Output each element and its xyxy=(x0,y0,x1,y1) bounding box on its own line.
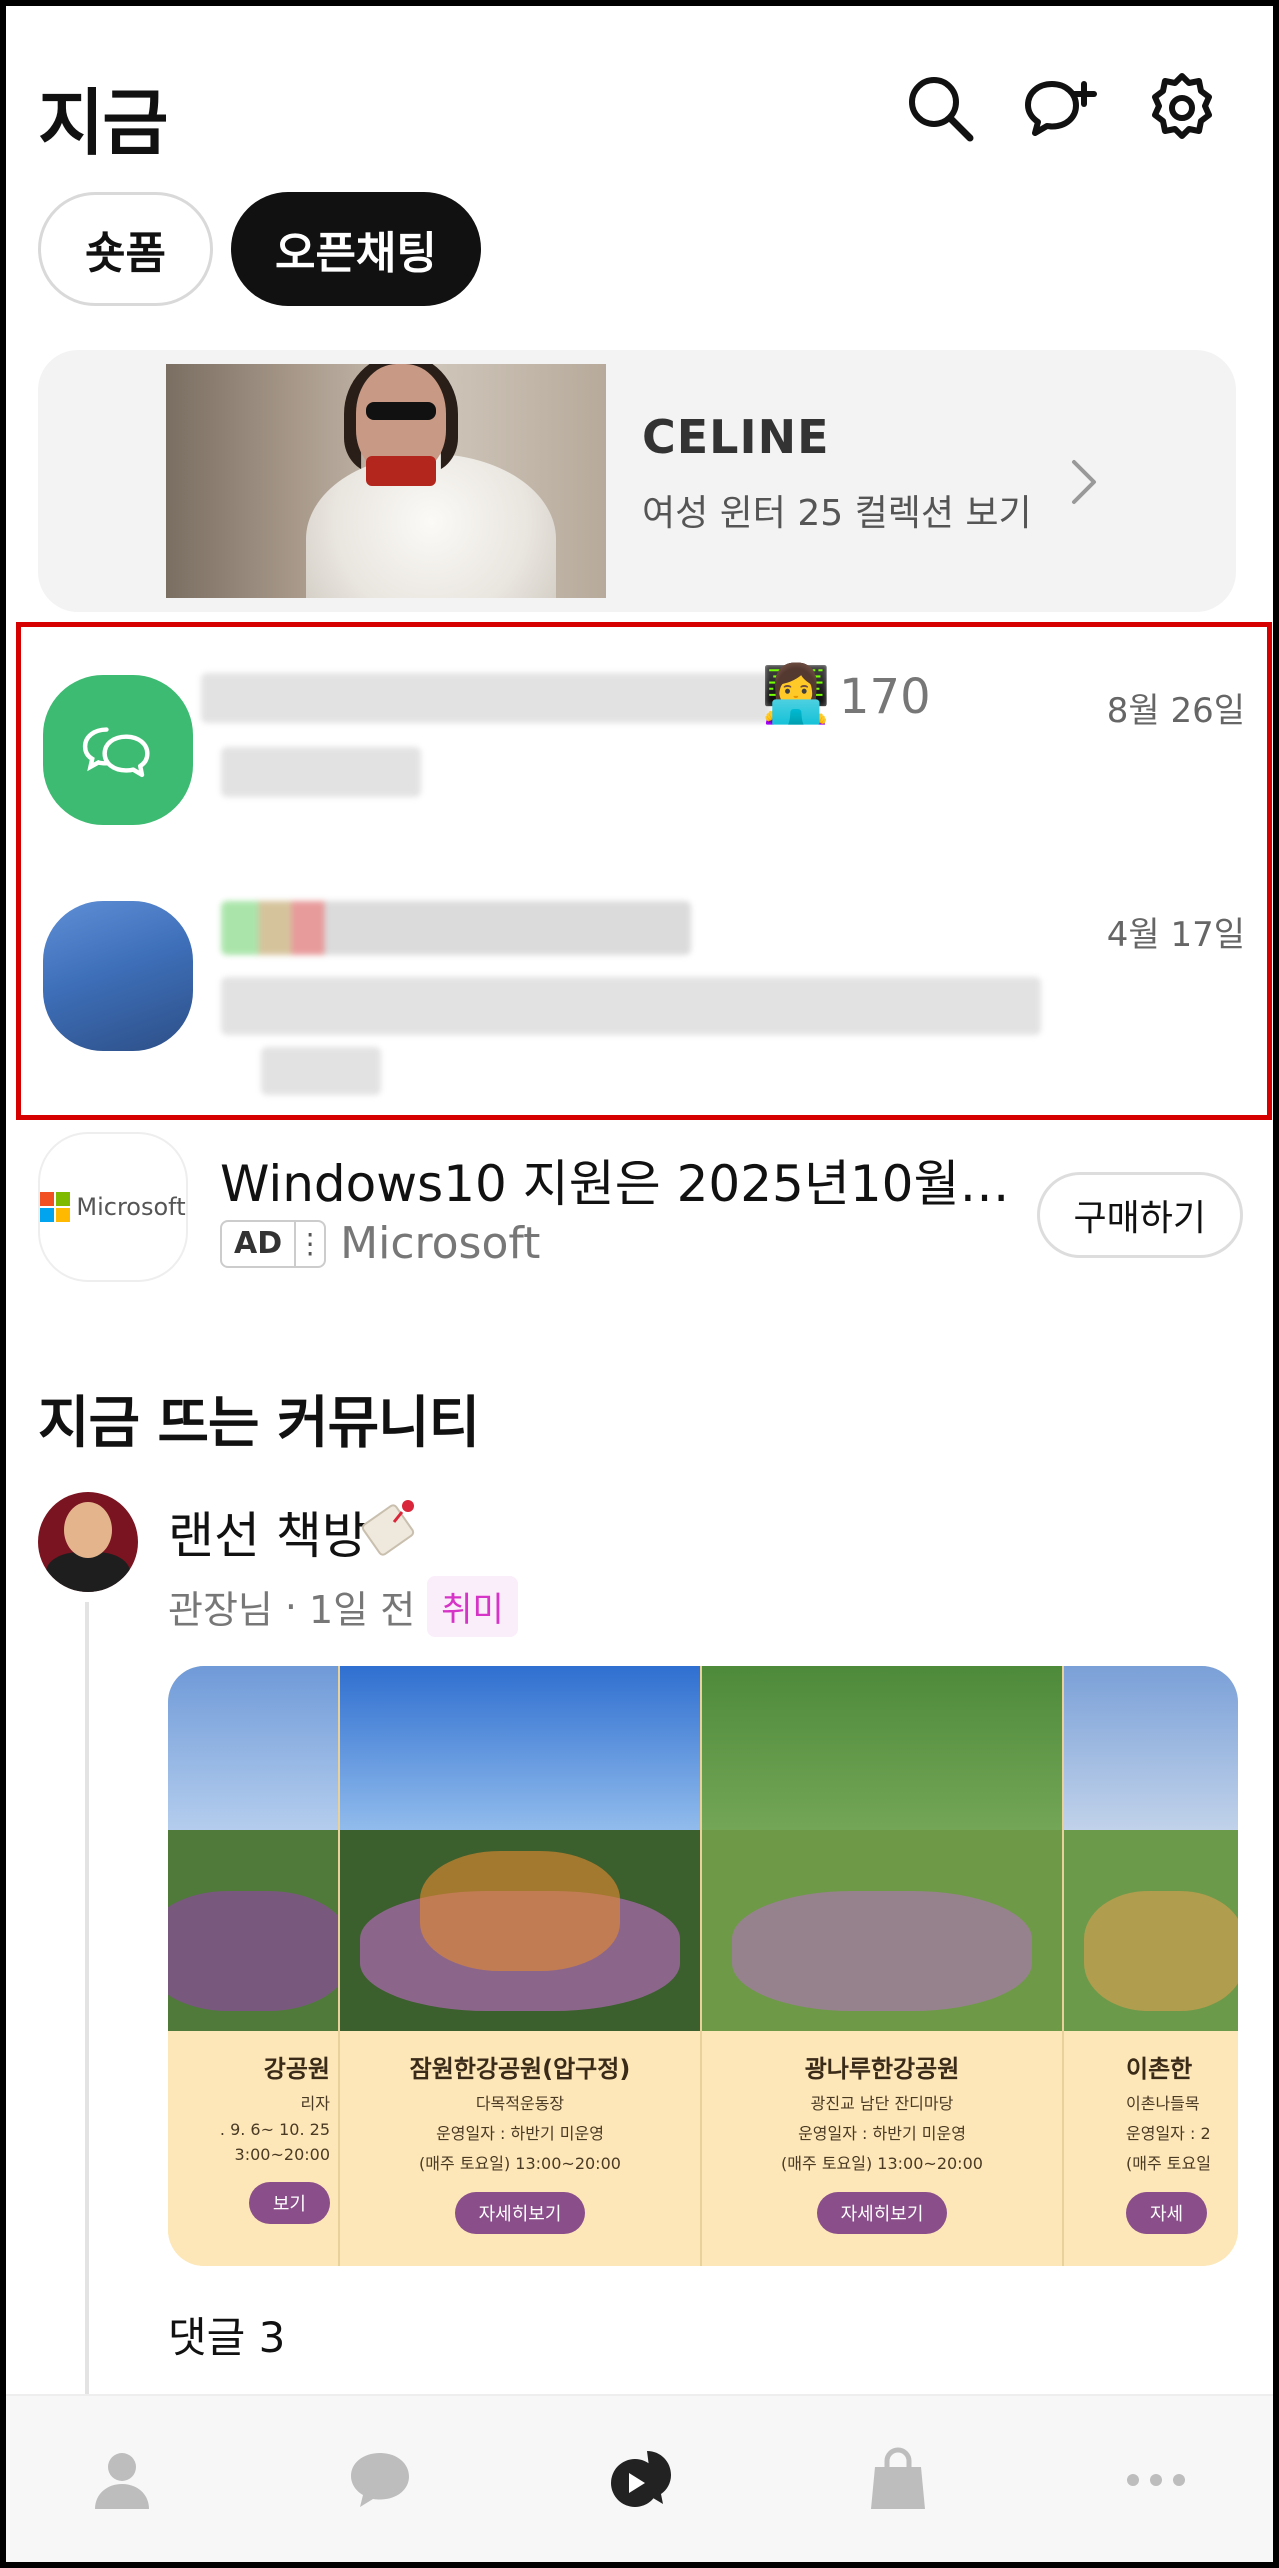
search-icon[interactable] xyxy=(902,70,978,146)
ad-title: Windows10 지원은 2025년10월… xyxy=(220,1155,1010,1213)
image-gallery[interactable]: 강공원 리자 . 9. 6~ 10. 25 3:00~20:00 보기 잠원한강… xyxy=(168,1666,1238,2266)
card-line: 다목적운동장 xyxy=(475,2094,565,2113)
chats-icon[interactable] xyxy=(340,2440,420,2520)
post-author: 관장님 xyxy=(168,1588,273,1632)
now-icon[interactable] xyxy=(600,2440,680,2520)
ad-meta: AD ⋮ Microsoft xyxy=(220,1218,540,1269)
thread-line xyxy=(85,1602,89,2402)
card-line: 운영일자 : 하반기 미운영 xyxy=(798,2124,966,2143)
card-line: 운영일자 : 2 xyxy=(1126,2124,1211,2143)
tag-icon xyxy=(361,1500,415,1556)
post-time: 1일 전 xyxy=(308,1588,416,1632)
gallery-card: 잠원한강공원(압구정) 다목적운동장 운영일자 : 하반기 미운영 (매주 토요… xyxy=(340,1666,702,2266)
chat-bubbles-icon xyxy=(82,727,150,778)
banner-image xyxy=(166,364,606,598)
shopping-icon[interactable] xyxy=(858,2440,938,2520)
ad-options-icon[interactable]: ⋮ xyxy=(294,1221,324,1266)
ad-row[interactable]: Microsoft Windows10 지원은 2025년10월… AD ⋮ M… xyxy=(6,1132,1273,1282)
openchat-list: 👩‍💻 170 8월 26일 4월 17일 xyxy=(16,622,1272,1120)
blurred-chat-preview xyxy=(261,1047,381,1095)
chat-row[interactable]: 👩‍💻 170 8월 26일 xyxy=(21,651,1267,851)
buy-button[interactable]: 구매하기 xyxy=(1036,1172,1243,1258)
microsoft-grid-icon xyxy=(40,1192,71,1222)
logo-text: Microsoft xyxy=(76,1193,186,1221)
gallery-photo xyxy=(168,1666,338,2031)
avatar[interactable] xyxy=(38,1492,138,1592)
card-line: 운영일자 : 하반기 미운영 xyxy=(436,2124,604,2143)
chip-shortform[interactable]: 숏폼 xyxy=(38,192,213,306)
comment-count[interactable]: 댓글 3 xyxy=(168,2304,285,2365)
card-line: 광진교 남단 잔디마당 xyxy=(810,2094,954,2113)
card-line: 3:00~20:00 xyxy=(234,2145,330,2164)
gallery-photo xyxy=(1064,1666,1238,2031)
banner-subtitle: 여성 윈터 25 컬렉션 보기 xyxy=(642,493,1032,534)
card-line: (매주 토요일) 13:00~20:00 xyxy=(419,2154,621,2173)
category-chips: 숏폼 오픈채팅 xyxy=(38,192,481,306)
promo-banner[interactable]: CELINE 여성 윈터 25 컬렉션 보기 xyxy=(38,350,1236,612)
post-meta: 관장님 · 1일 전 취미 xyxy=(168,1576,518,1637)
section-title: 지금 뜨는 커뮤니티 xyxy=(38,1391,480,1456)
chat-date: 8월 26일 xyxy=(1106,691,1245,731)
card-title: 광나루한강공원 xyxy=(804,2055,960,2083)
chevron-right-icon xyxy=(1072,460,1096,504)
card-title: 잠원한강공원(압구정) xyxy=(409,2055,631,2083)
card-line: (매주 토요일 xyxy=(1126,2154,1211,2173)
person-laptop-emoji: 👩‍💻 xyxy=(761,662,831,727)
more-icon[interactable] xyxy=(1116,2440,1196,2520)
blurred-chat-preview xyxy=(221,977,1041,1035)
card-line: 리자 xyxy=(300,2094,330,2113)
meta-separator: · xyxy=(284,1584,297,1629)
card-line: 이촌나들목 xyxy=(1126,2094,1200,2113)
card-detail-button: 자세히보기 xyxy=(816,2192,948,2234)
gallery-card: 강공원 리자 . 9. 6~ 10. 25 3:00~20:00 보기 xyxy=(168,1666,340,2266)
gallery-photo xyxy=(702,1666,1062,2031)
card-detail-button: 보기 xyxy=(248,2182,330,2224)
ad-label: AD xyxy=(234,1226,283,1261)
blurred-chat-title xyxy=(221,901,691,955)
gallery-photo xyxy=(340,1666,700,2031)
page-title: 지금 xyxy=(38,81,168,165)
category-badge: 취미 xyxy=(427,1576,518,1637)
card-detail-button: 자세히보기 xyxy=(454,2192,586,2234)
settings-icon[interactable] xyxy=(1144,70,1220,146)
bottom-nav xyxy=(6,2394,1273,2562)
gallery-card: 광나루한강공원 광진교 남단 잔디마당 운영일자 : 하반기 미운영 (매주 토… xyxy=(702,1666,1064,2266)
card-title: 이촌한 xyxy=(1126,2055,1193,2083)
card-line: . 9. 6~ 10. 25 xyxy=(219,2120,330,2139)
banner-brand: CELINE xyxy=(642,410,830,464)
ad-source: Microsoft xyxy=(340,1218,541,1269)
card-line: (매주 토요일) 13:00~20:00 xyxy=(781,2154,983,2173)
gallery-card: 이촌한 이촌나들목 운영일자 : 2 (매주 토요일 자세 xyxy=(1064,1666,1238,2266)
card-detail-button: 자세 xyxy=(1126,2192,1208,2234)
chat-row[interactable]: 4월 17일 xyxy=(21,877,1267,1095)
top-bar: 지금 xyxy=(6,6,1273,196)
app-screen: 지금 숏폼 오픈채팅 CELINE 여성 윈터 25 컬렉션 보기 xyxy=(6,6,1273,2562)
card-title: 강공원 xyxy=(263,2055,330,2083)
blurred-chat-preview xyxy=(221,747,421,797)
chat-member-count: 170 xyxy=(839,669,931,725)
add-chat-icon[interactable] xyxy=(1022,70,1098,146)
blurred-chat-title xyxy=(201,673,771,723)
ad-badge: AD ⋮ xyxy=(220,1219,327,1268)
chip-openchat[interactable]: 오픈채팅 xyxy=(230,192,481,306)
friends-icon[interactable] xyxy=(82,2440,162,2520)
chat-date: 4월 17일 xyxy=(1106,915,1245,955)
openchat-avatar xyxy=(43,675,193,825)
chat-avatar xyxy=(43,901,193,1051)
community-name[interactable]: 랜선 책방 xyxy=(168,1496,368,1568)
microsoft-logo: Microsoft xyxy=(38,1132,188,1282)
